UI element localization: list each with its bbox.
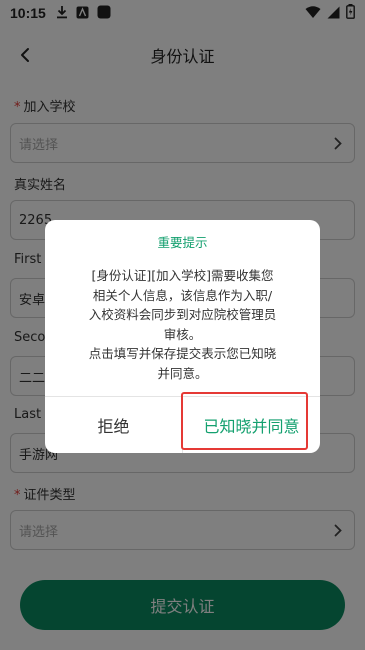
dialog-message-line: 点击填写并保存提交表示您已知晓 [88, 346, 277, 361]
dialog-message-line: 入校资料会同步到对应院校管理员 [88, 307, 277, 322]
dialog-message-line: 相关个人信息，该信息作为入职/ [92, 287, 273, 303]
highlight-box [181, 392, 308, 450]
dialog-message-line: [身份认证][加入学校]需要收集您 [91, 268, 274, 283]
reject-button[interactable]: 拒绝 [45, 397, 182, 453]
dialog-message-line: 并同意。 [157, 365, 208, 381]
dialog-message-line: 审核。 [163, 326, 202, 342]
dialog-title: 重要提示 [157, 235, 208, 250]
dialog-message: [身份认证][加入学校]需要收集您 相关个人信息，该信息作为入职/ 入校资料会同… [67, 266, 298, 383]
